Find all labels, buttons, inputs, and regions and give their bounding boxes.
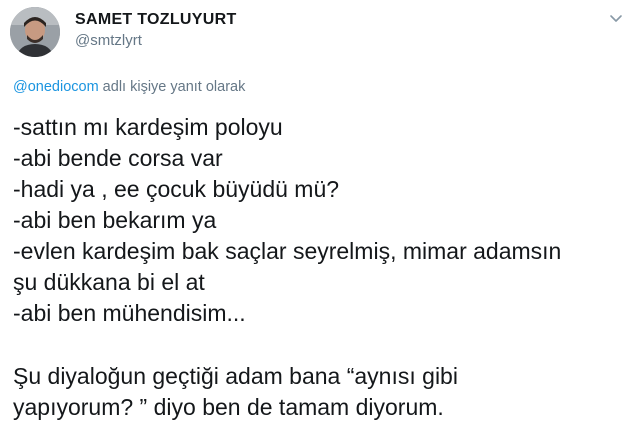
display-name[interactable]: SAMET TOZLUYURT bbox=[75, 11, 237, 29]
reply-mention-link[interactable]: @onediocom bbox=[13, 79, 99, 95]
tweet-text: -sattın mı kardeşim poloyu -abi bende co… bbox=[13, 112, 628, 423]
dialogue-line: -abi ben bekarım ya bbox=[13, 207, 217, 233]
reply-suffix: adlı kişiye yanıt olarak bbox=[98, 79, 246, 95]
closing-line: Şu diyaloğun geçtiği adam bana “aynısı g… bbox=[13, 363, 458, 389]
reply-context: @onediocom adlı kişiye yanıt olarak bbox=[13, 79, 245, 95]
tweet-card: SAMET TOZLUYURT @smtzlyrt @onediocom adl… bbox=[0, 0, 635, 443]
dialogue-line: -abi bende corsa var bbox=[13, 145, 223, 171]
chevron-down-icon[interactable] bbox=[608, 10, 624, 26]
username[interactable]: @smtzlyrt bbox=[75, 32, 142, 49]
closing-line: yapıyorum? ” diyo ben de tamam diyorum. bbox=[13, 394, 444, 420]
dialogue-line: -hadi ya , ee çocuk büyüdü mü? bbox=[13, 176, 340, 202]
avatar[interactable] bbox=[10, 7, 60, 57]
dialogue-line: -sattın mı kardeşim poloyu bbox=[13, 114, 283, 140]
profile-photo bbox=[10, 7, 60, 57]
dialogue-line: şu dükkana bi el at bbox=[13, 269, 205, 295]
dialogue-line: -abi ben mühendisim... bbox=[13, 300, 246, 326]
dialogue-line: -evlen kardeşim bak saçlar seyrelmiş, mi… bbox=[13, 238, 562, 264]
